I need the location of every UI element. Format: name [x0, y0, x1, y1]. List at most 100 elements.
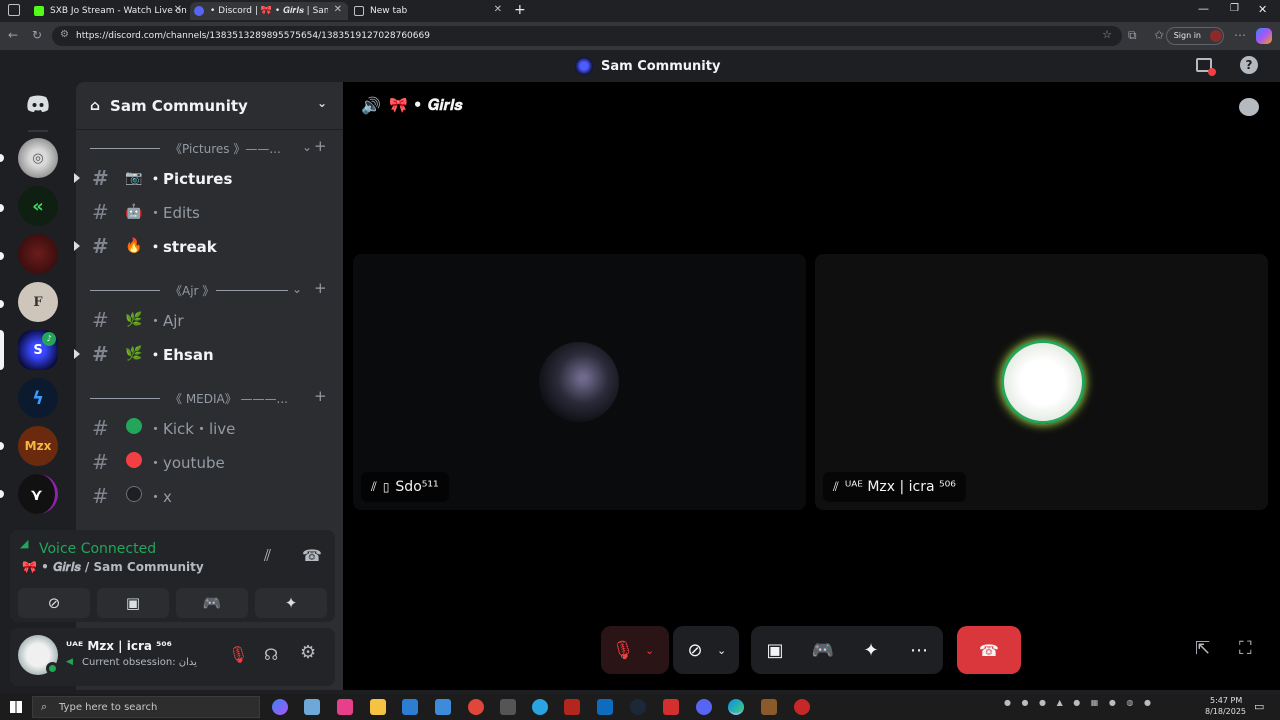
create-channel-icon[interactable]: + [314, 137, 327, 155]
server-icon-mzx[interactable]: Mzx [18, 426, 58, 466]
channel-ajr[interactable]: # 🌿 ・Ajr [90, 305, 335, 335]
server-icon-6[interactable]: ϟ [18, 378, 58, 418]
unmute-button[interactable]: 🎙 [601, 626, 645, 674]
activities-button[interactable]: 🎮 [176, 588, 248, 618]
server-home-icon: ⌂ [90, 97, 101, 114]
fullscreen-icon[interactable]: ⛶ [1239, 638, 1252, 659]
activities-button[interactable]: 🎮 [799, 626, 847, 674]
muted-mic-icon: 🎙 [611, 639, 635, 661]
server-icon-1[interactable]: ◎ [18, 138, 58, 178]
file-explorer-taskbar-icon[interactable] [370, 699, 386, 715]
voice-status[interactable]: Voice Connected [39, 541, 156, 557]
help-icon[interactable]: ? [1240, 56, 1258, 74]
start-windows-icon[interactable] [10, 701, 22, 713]
copilot-icon[interactable] [1256, 28, 1272, 44]
signal-icon[interactable]: ◢ [20, 537, 28, 550]
headphones-icon[interactable]: ☊ [264, 645, 278, 664]
calculator-taskbar-icon[interactable] [435, 699, 451, 715]
discord-taskbar-icon[interactable] [696, 699, 712, 715]
server-icon-4[interactable]: F [18, 282, 58, 322]
soundboard-button[interactable]: ✦ [255, 588, 327, 618]
close-tab-icon[interactable]: ✕ [494, 4, 502, 15]
user-name[interactable]: ᵁᴬᴱ Mzx | icra ⁵⁰⁶ [66, 639, 172, 653]
app-taskbar-icon-5[interactable] [663, 699, 679, 715]
close-tab-icon[interactable]: ✕ [334, 4, 342, 15]
app-taskbar-icon-2[interactable] [468, 699, 484, 715]
share-screen-button[interactable]: ▣ [751, 626, 799, 674]
maximize-window-button[interactable]: ❐ [1230, 3, 1239, 14]
url-field[interactable]: ⚙ https://discord.com/channels/138351328… [52, 26, 1122, 46]
noise-suppression-icon[interactable]: ⫽ [264, 546, 271, 566]
favorites-icon[interactable]: ✩ [1154, 28, 1164, 42]
category-line [216, 290, 288, 291]
telegram-taskbar-icon[interactable] [532, 699, 548, 715]
system-tray-icons[interactable]: ● ● ● ▲ ● ▦ ● ◍ ● [1004, 698, 1155, 707]
voice-location[interactable]: 🎀 • 𝑮𝒊𝒓𝒍𝒔 / Sam Community [22, 560, 204, 575]
chat-bubble-icon[interactable] [1239, 98, 1259, 116]
soundboard-button[interactable]: ✦ [847, 626, 895, 674]
category-ajr[interactable]: 《Ajr 》 ⌄ + [90, 279, 330, 300]
bookmark-star-icon[interactable]: ☆ [1102, 28, 1112, 41]
mute-microphone-icon[interactable]: 🎙 [228, 645, 248, 664]
minecraft-taskbar-icon[interactable] [761, 699, 777, 715]
share-screen-button[interactable]: ▣ [97, 588, 169, 618]
notifications-icon[interactable]: ▭ [1254, 700, 1264, 713]
browser-more-icon[interactable]: ⋯ [1234, 28, 1246, 42]
settings-gear-icon[interactable]: ⚙ [300, 642, 316, 663]
channel-edits[interactable]: # 🤖 ・Edits [90, 197, 335, 227]
disconnect-icon[interactable]: ☎ [302, 546, 322, 565]
channel-pictures[interactable]: # 📷 ・Pictures [74, 163, 335, 193]
new-tab-button[interactable]: + [514, 2, 526, 18]
channel-youtube[interactable]: # ・youtube [90, 447, 335, 477]
server-icon-2[interactable]: « [18, 186, 58, 226]
browser-tab-newtab[interactable]: New tab ✕ [350, 2, 508, 20]
channel-kick-live[interactable]: # ・Kick・live [90, 413, 335, 443]
close-window-button[interactable]: ✕ [1258, 3, 1267, 16]
chevron-down-icon: ⌄ [292, 282, 303, 296]
clock-date[interactable]: 8/18/2025 [1205, 707, 1246, 716]
reload-icon[interactable]: ↻ [32, 28, 42, 42]
copilot-taskbar-icon[interactable] [272, 699, 288, 715]
channel-x[interactable]: # ・x [90, 481, 335, 511]
widgets-taskbar-icon[interactable] [304, 699, 320, 715]
extensions-icon[interactable]: ⧉ [1128, 28, 1137, 43]
participant-tile-mzx[interactable]: ⫽ ᵁᴬᴱ Mzx | icra ⁵⁰⁶ [815, 254, 1268, 510]
pop-out-icon[interactable]: ⇱ [1195, 638, 1210, 659]
app-taskbar-icon-4[interactable] [564, 699, 580, 715]
taskbar-search-field[interactable]: ⌕ Type here to search [32, 696, 260, 718]
chevron-down-icon[interactable]: ⌄ [645, 644, 654, 657]
minimize-window-button[interactable]: — [1198, 2, 1209, 15]
browser-menu-icon[interactable] [8, 4, 20, 16]
direct-messages-button[interactable] [18, 84, 58, 124]
browser-tab-discord[interactable]: • Discord | 🎀 • 𝑮𝒊𝒓𝒍𝒔 | Sam Comm ✕ [190, 2, 348, 20]
herb-emoji-icon: 🌿 [125, 312, 143, 328]
outlook-taskbar-icon[interactable] [597, 699, 613, 715]
category-pictures[interactable]: 《Pictures 》——... ⌄ + [90, 137, 330, 158]
server-header[interactable]: ⌂ Sam Community ⌄ [76, 82, 343, 130]
toggle-camera-button[interactable]: ⊘ [18, 588, 90, 618]
channel-streak[interactable]: # 🔥 ・streak [74, 231, 335, 261]
store-taskbar-icon[interactable] [402, 699, 418, 715]
channel-ehsan[interactable]: # 🌿 ・Ehsan [74, 339, 335, 369]
clock-time[interactable]: 5:47 PM [1210, 696, 1242, 705]
leave-call-button[interactable]: ☎ [957, 626, 1021, 674]
close-tab-icon[interactable]: ✕ [174, 4, 182, 15]
server-icon-8[interactable]: ⋎ [18, 474, 58, 514]
participant-tile-sdo[interactable]: ⫽ ▯ Sdo⁵¹¹ [353, 254, 806, 510]
edge-taskbar-icon[interactable] [728, 699, 744, 715]
create-channel-icon[interactable]: + [314, 279, 327, 297]
category-media[interactable]: 《 MEDIA》 ———... + [90, 387, 330, 408]
steam-taskbar-icon[interactable] [630, 699, 646, 715]
site-info-icon[interactable]: ⚙ [60, 29, 69, 40]
browser-tab-kick[interactable]: SXB Jo Stream - Watch Live on ✕ [30, 2, 188, 20]
app-taskbar-icon[interactable] [337, 699, 353, 715]
more-options-button[interactable]: ⋯ [895, 626, 943, 674]
back-arrow-icon[interactable]: ← [8, 28, 18, 42]
server-icon-3[interactable] [18, 234, 58, 274]
app-taskbar-icon-6[interactable] [794, 699, 810, 715]
app-taskbar-icon-3[interactable] [500, 699, 516, 715]
chevron-down-icon[interactable]: ⌄ [717, 644, 726, 657]
profile-avatar-icon[interactable] [1210, 30, 1222, 42]
create-channel-icon[interactable]: + [314, 387, 327, 405]
camera-toggle-button[interactable]: ⊘ [673, 626, 717, 674]
